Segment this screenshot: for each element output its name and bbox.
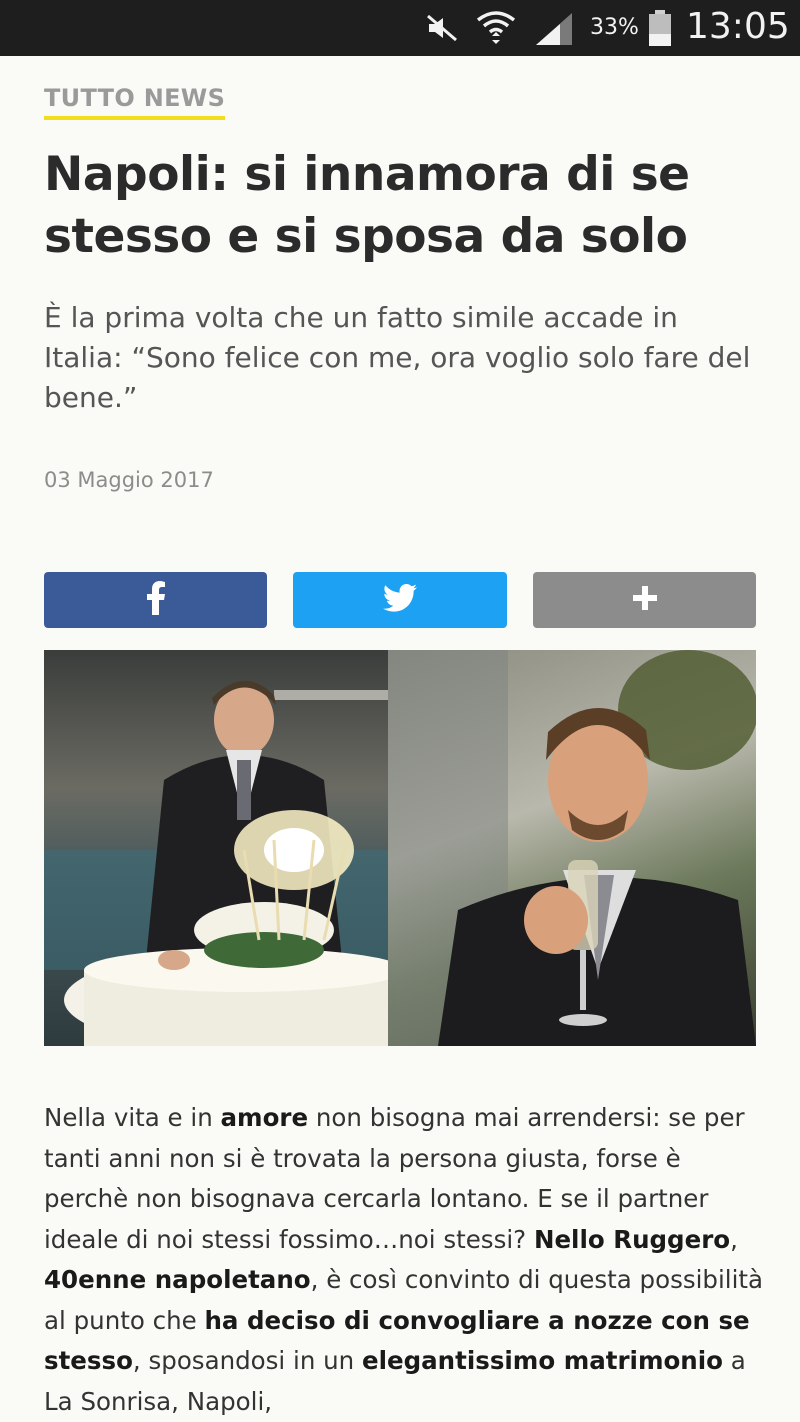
body-bold-run: amore: [220, 1103, 309, 1132]
battery-percent: 33%: [590, 15, 639, 40]
share-facebook-button[interactable]: [44, 572, 267, 628]
body-text-run: ,: [730, 1224, 738, 1254]
clock: 13:05: [686, 6, 790, 47]
signal-icon: [532, 10, 576, 46]
share-twitter-button[interactable]: [293, 572, 507, 628]
body-bold-run: Nello Ruggero: [533, 1224, 731, 1254]
article-subtitle: È la prima volta che un fatto simile acc…: [44, 301, 751, 414]
battery-icon: [648, 10, 672, 46]
plus-icon: [632, 585, 658, 615]
article-body: Nella vita e in amore non bisogna mai ar…: [44, 1098, 764, 1422]
share-more-button[interactable]: [533, 572, 756, 628]
category-label[interactable]: TUTTO NEWS: [44, 84, 226, 120]
photo-cake-scene: [44, 650, 424, 1046]
article-photo: [44, 650, 756, 1046]
body-bold-run: elegantissimo matrimonio: [361, 1346, 723, 1375]
article-title: Napoli: si innamora di se stesso e si sp…: [44, 147, 690, 264]
photo-toast-scene: [388, 650, 756, 1046]
mute-icon: [422, 10, 462, 46]
publish-date: 03 Maggio 2017: [44, 468, 214, 492]
status-bar: 33% 13:05: [0, 0, 800, 56]
wifi-icon: [474, 10, 518, 46]
twitter-icon: [382, 584, 417, 616]
body-text-run: , sposandosi in un: [132, 1346, 362, 1375]
body-bold-run: 40enne napoletano: [44, 1265, 311, 1294]
body-text-run: Nella vita e in: [44, 1103, 221, 1132]
facebook-icon: [146, 581, 166, 619]
